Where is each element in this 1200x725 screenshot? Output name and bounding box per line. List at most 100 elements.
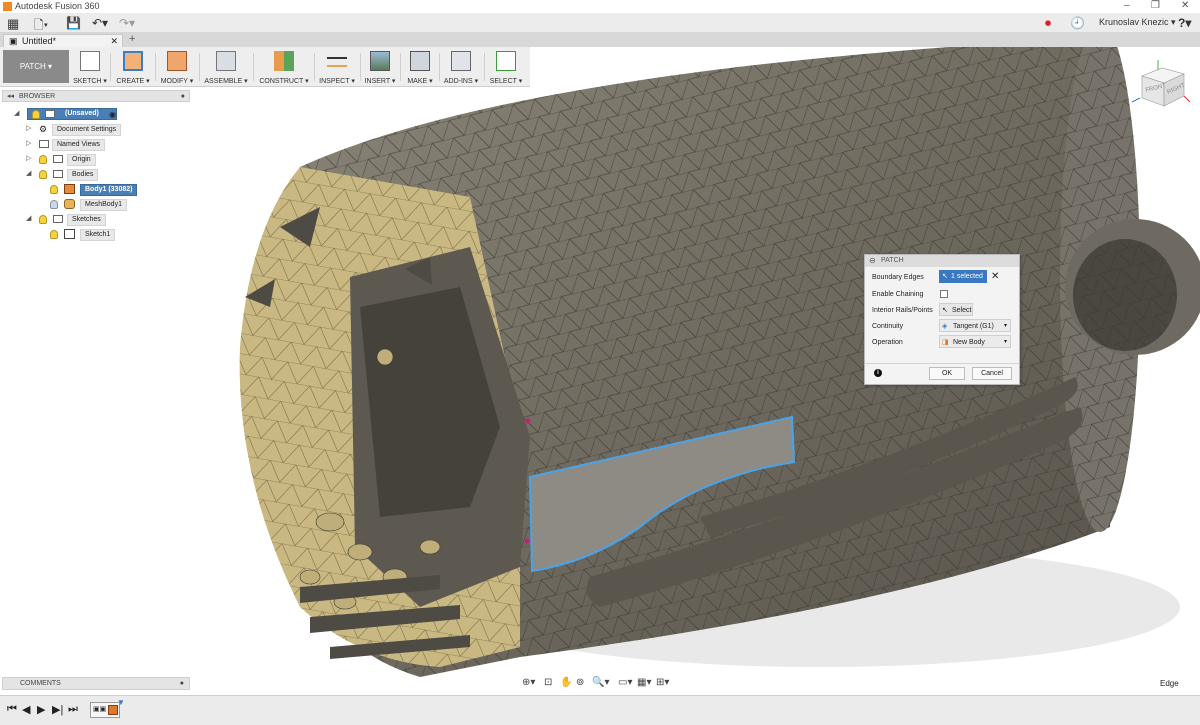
body1-label[interactable]: Body1 (33082) xyxy=(80,184,138,196)
folder-icon xyxy=(53,155,63,163)
interior-rails-selector[interactable]: ↖ Select xyxy=(939,303,973,316)
tree-item-sketch1[interactable]: Sketch1 xyxy=(2,228,188,241)
tree-item-meshbody1[interactable]: MeshBody1 xyxy=(2,198,188,211)
close-window-icon[interactable]: ✕ xyxy=(1181,0,1189,11)
viewcube[interactable]: FRONT RIGHT xyxy=(1128,58,1194,118)
expand-triangle-icon[interactable]: ◢ xyxy=(14,108,19,120)
minimize-icon[interactable]: – xyxy=(1124,0,1130,11)
user-account-menu[interactable]: Krunoslav Knezic ▾ xyxy=(1099,17,1176,28)
info-icon[interactable]: i xyxy=(874,369,882,377)
tree-item-origin[interactable]: ▷ Origin xyxy=(2,153,188,166)
cancel-button[interactable]: Cancel xyxy=(972,367,1012,380)
interior-rails-value: Select xyxy=(952,307,972,314)
tree-item-named-views[interactable]: ▷ Named Views xyxy=(2,138,188,151)
operation-dropdown[interactable]: ◨ New Body ▾ xyxy=(939,335,1011,348)
construct-menu[interactable]: CONSTRUCT ▾ xyxy=(258,77,310,85)
visibility-bulb-icon[interactable] xyxy=(39,170,47,179)
step-back-icon[interactable]: ◀ xyxy=(22,703,30,716)
collapsed-triangle-icon[interactable]: ▷ xyxy=(26,138,31,150)
viewports-icon[interactable]: ⊞▾ xyxy=(656,677,669,688)
play-icon[interactable]: ▶ xyxy=(37,703,45,716)
insert-menu[interactable]: INSERT ▾ xyxy=(363,77,397,85)
tree-item-sketches[interactable]: ◢ Sketches xyxy=(2,213,188,226)
pan-hand-icon[interactable]: ✋ xyxy=(560,677,572,688)
workspace-switcher[interactable]: PATCH ▾ xyxy=(3,50,69,83)
patch-dialog-header[interactable]: ⊖ PATCH xyxy=(865,255,1019,267)
cursor-arrow-icon: ↖ xyxy=(942,307,948,314)
enable-chaining-checkbox[interactable] xyxy=(940,290,948,298)
new-tab-icon[interactable]: + xyxy=(129,33,135,45)
ok-button[interactable]: OK xyxy=(929,367,965,380)
modify-group[interactable]: MODIFY ▾ xyxy=(158,49,196,85)
go-to-start-icon[interactable]: ⏮ xyxy=(7,703,17,716)
tree-item-body1[interactable]: Body1 (33082) xyxy=(2,183,188,196)
construct-group[interactable]: CONSTRUCT ▾ xyxy=(258,49,310,85)
visibility-bulb-icon[interactable] xyxy=(39,215,47,224)
select-menu[interactable]: SELECT ▾ xyxy=(488,77,524,85)
step-forward-icon[interactable]: ▶| xyxy=(52,703,63,716)
select-group[interactable]: SELECT ▾ xyxy=(488,49,524,85)
tree-item-root[interactable]: ◢ (Unsaved) ◉ xyxy=(2,108,188,120)
sketch-menu[interactable]: SKETCH ▾ xyxy=(72,77,108,85)
browser-header[interactable]: ◂◂ BROWSER ● xyxy=(2,90,190,102)
tree-item-bodies[interactable]: ◢ Bodies xyxy=(2,168,188,181)
document-tab[interactable]: ▣ Untitled* ✕ xyxy=(3,34,123,47)
timeline-marker-icon[interactable]: ▼ xyxy=(117,698,125,707)
form-feature-icon[interactable]: ▣▣ xyxy=(93,705,106,713)
collapse-browser-icon[interactable]: ◂◂ xyxy=(7,91,14,102)
interior-rails-label: Interior Rails/Points xyxy=(872,307,933,314)
help-icon[interactable]: ?▾ xyxy=(1178,16,1191,30)
comments-panel[interactable]: COMMENTS ● xyxy=(2,677,190,690)
visibility-bulb-icon[interactable] xyxy=(50,185,58,194)
comments-pin-icon[interactable]: ● xyxy=(180,678,184,690)
redo-icon[interactable]: ↷▾ xyxy=(119,16,135,30)
add-ins-group[interactable]: ADD-INS ▾ xyxy=(442,49,480,85)
expand-triangle-icon[interactable]: ◢ xyxy=(26,213,31,225)
add-ins-menu[interactable]: ADD-INS ▾ xyxy=(442,77,480,85)
make-group[interactable]: MAKE ▾ xyxy=(404,49,436,85)
title-bar: Autodesk Fusion 360 – ❐ ✕ xyxy=(0,0,1200,13)
zoom-icon[interactable]: ⊚ xyxy=(576,677,584,688)
display-settings-icon[interactable]: ▭▾ xyxy=(618,677,632,688)
boundary-edges-selector[interactable]: ↖ 1 selected xyxy=(939,270,987,283)
go-to-end-icon[interactable]: ⏭ xyxy=(68,703,78,716)
activate-radio-icon[interactable]: ◉ xyxy=(109,109,116,121)
browser-pin-icon[interactable]: ● xyxy=(181,91,185,102)
inspect-group[interactable]: INSPECT ▾ xyxy=(318,49,356,85)
visibility-bulb-icon[interactable] xyxy=(50,200,58,209)
undo-icon[interactable]: ↶▾ xyxy=(92,16,108,30)
sketch-group[interactable]: SKETCH ▾ xyxy=(72,49,108,85)
inspect-menu[interactable]: INSPECT ▾ xyxy=(318,77,356,85)
timeline-feature-group[interactable]: ▣▣ xyxy=(90,702,120,718)
modify-menu[interactable]: MODIFY ▾ xyxy=(158,77,196,85)
create-menu[interactable]: CREATE ▾ xyxy=(114,77,152,85)
insert-group[interactable]: INSERT ▾ xyxy=(363,49,397,85)
app-title: Autodesk Fusion 360 xyxy=(15,1,100,11)
collapsed-triangle-icon[interactable]: ▷ xyxy=(26,123,31,135)
collapsed-triangle-icon[interactable]: ▷ xyxy=(26,153,31,165)
restore-icon[interactable]: ❐ xyxy=(1151,0,1160,11)
collapse-dialog-icon[interactable]: ⊖ xyxy=(869,255,876,267)
record-icon[interactable]: ⏺ xyxy=(1045,16,1051,31)
look-at-icon[interactable]: ⊡ xyxy=(544,677,552,688)
visibility-bulb-icon[interactable] xyxy=(50,230,58,239)
clear-selection-icon[interactable]: ✕ xyxy=(991,270,999,283)
grid-settings-icon[interactable]: ▦▾ xyxy=(637,677,651,688)
assemble-menu[interactable]: ASSEMBLE ▾ xyxy=(202,77,250,85)
root-component-label[interactable]: (Unsaved) xyxy=(27,108,117,120)
close-tab-icon[interactable]: ✕ xyxy=(110,35,118,47)
document-tab-label: Untitled* xyxy=(22,36,57,46)
make-menu[interactable]: MAKE ▾ xyxy=(404,77,436,85)
tree-item-document-settings[interactable]: ▷ ⚙ Document Settings xyxy=(2,123,188,136)
continuity-dropdown[interactable]: ◈ Tangent (G1) ▾ xyxy=(939,319,1011,332)
fit-zoom-icon[interactable]: 🔍▾ xyxy=(592,677,609,688)
expand-triangle-icon[interactable]: ◢ xyxy=(26,168,31,180)
orbit-icon[interactable]: ⊕▾ xyxy=(522,677,535,688)
data-panel-grid-icon[interactable]: ▦ xyxy=(7,16,19,32)
assemble-group[interactable]: ASSEMBLE ▾ xyxy=(202,49,250,85)
visibility-bulb-icon[interactable] xyxy=(39,155,47,164)
create-group[interactable]: CREATE ▾ xyxy=(114,49,152,85)
job-status-clock-icon[interactable]: 🕘 xyxy=(1070,16,1085,30)
save-icon[interactable]: 💾 xyxy=(66,16,81,30)
visibility-bulb-icon[interactable] xyxy=(32,110,40,119)
